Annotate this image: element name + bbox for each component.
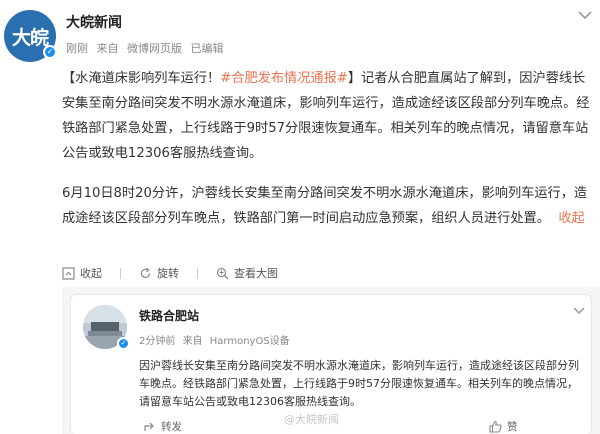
post-paragraph: 【水淹道床影响列车运行！#合肥发布情况通报#】记者从合肥直属站了解到，因沪蓉线长… [62,66,596,166]
forward-icon [144,422,154,431]
divider [197,267,198,279]
collapse-label: 收起 [80,267,102,280]
image-action-row: 收起 旋转 查看大图 [62,264,296,282]
zoom-icon [216,267,229,279]
verified-badge-icon: ✓ [117,337,130,350]
repost-card: ✓ 铁路合肥站 2分钟前 来自 HarmonyOS设备 因沪蓉线长安集至南分路间… [62,287,600,434]
post-time[interactable]: 刚刚 [66,42,88,55]
source-prefix: 来自 [96,42,119,55]
post-body: 【水淹道床影响列车运行！#合肥发布情况通报#】记者从合肥直属站了解到，因沪蓉线长… [62,66,596,246]
collapse-button[interactable]: 收起 [62,265,102,281]
post-paragraph: 6月10日8时20分许，沪蓉线长安集至南分路间突发不明水源水淹道床，影响列车运行… [62,181,596,231]
account-name[interactable]: 大皖新闻 [66,12,122,32]
forward-button[interactable]: 转发 [143,419,182,434]
like-label: 赞 [507,421,518,433]
headline-open: 【水淹道床影响列车运行！ [62,71,221,86]
detail-text: 6月10日8时20分许，沪蓉线长安集至南分路间突发不明水源水淹道床，影响列车运行… [62,186,588,226]
source-prefix: 来自 [182,336,203,347]
rotate-icon [140,267,151,278]
verified-badge-icon: ✓ [43,45,57,59]
repost-account-name[interactable]: 铁路合肥站 [139,307,199,324]
hashtag-link[interactable]: #合肥发布情况通报# [220,71,348,86]
view-large-label: 查看大图 [234,267,278,280]
like-icon [489,420,502,433]
rotate-label: 旋转 [157,267,179,280]
repost-text: 因沪蓉线长安集至南分路间突发不明水源水淹道床，影响列车运行，造成途经该区段部分列… [139,359,579,408]
rotate-button[interactable]: 旋转 [139,265,179,281]
chevron-down-icon[interactable] [571,303,587,317]
forward-label: 转发 [161,421,182,433]
chevron-down-icon[interactable] [574,6,596,24]
post-source[interactable]: 微博网页版 [127,42,182,55]
collapse-icon [62,266,75,280]
post-header: 大皖 ✓ 大皖新闻 刚刚 来自 微博网页版 已编辑 [0,0,600,62]
post-meta: 刚刚 来自 微博网页版 已编辑 [66,40,229,56]
view-large-button[interactable]: 查看大图 [216,265,278,281]
divider [120,267,121,279]
repost-meta: 2分钟前 来自 HarmonyOS设备 [139,332,294,347]
edited-status: 已编辑 [190,42,224,55]
watermark: @大皖新闻 [284,413,339,426]
repost-time[interactable]: 2分钟前 [139,336,175,347]
repost-source: HarmonyOS设备 [209,336,290,347]
collapse-link[interactable]: 收起 [558,211,584,226]
like-button[interactable]: 赞 [489,419,518,434]
